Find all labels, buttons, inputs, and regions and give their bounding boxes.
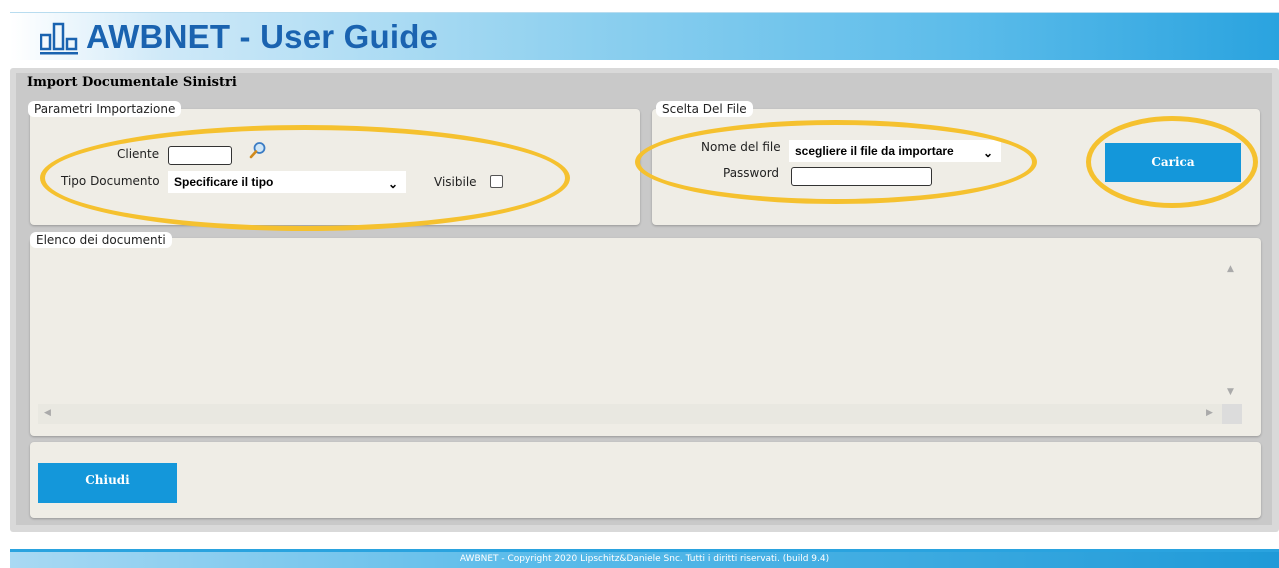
chiudi-button[interactable]: Chiudi bbox=[38, 463, 177, 503]
app-footer: AWBNET - Copyright 2020 Lipschitz&Daniel… bbox=[10, 549, 1279, 568]
bar-chart-icon bbox=[40, 22, 78, 55]
elenco-legend: Elenco dei documenti bbox=[30, 232, 172, 248]
scroll-up-icon[interactable]: ▲ bbox=[1227, 264, 1234, 274]
parametri-legend: Parametri Importazione bbox=[28, 101, 182, 117]
copyright-text: AWBNET - Copyright 2020 Lipschitz&Daniel… bbox=[459, 554, 830, 564]
highlight-ellipse-parametri bbox=[40, 125, 570, 231]
scroll-right-icon[interactable]: ▶ bbox=[1206, 408, 1213, 418]
horizontal-scrollbar[interactable] bbox=[38, 404, 1222, 424]
app-title: AWBNET - User Guide bbox=[86, 18, 439, 55]
scroll-down-icon[interactable]: ▼ bbox=[1227, 387, 1234, 397]
scroll-left-icon[interactable]: ◀ bbox=[44, 408, 51, 418]
scroll-corner bbox=[1222, 404, 1242, 424]
highlight-ellipse-file bbox=[635, 120, 1037, 204]
vertical-scrollbar[interactable] bbox=[1222, 256, 1242, 404]
scelta-file-legend: Scelta Del File bbox=[656, 101, 753, 117]
page-title: Import Documentale Sinistri bbox=[27, 75, 237, 90]
actions-panel bbox=[30, 442, 1261, 518]
app-header: AWBNET - User Guide bbox=[10, 12, 1279, 60]
highlight-ellipse-carica bbox=[1086, 116, 1258, 208]
